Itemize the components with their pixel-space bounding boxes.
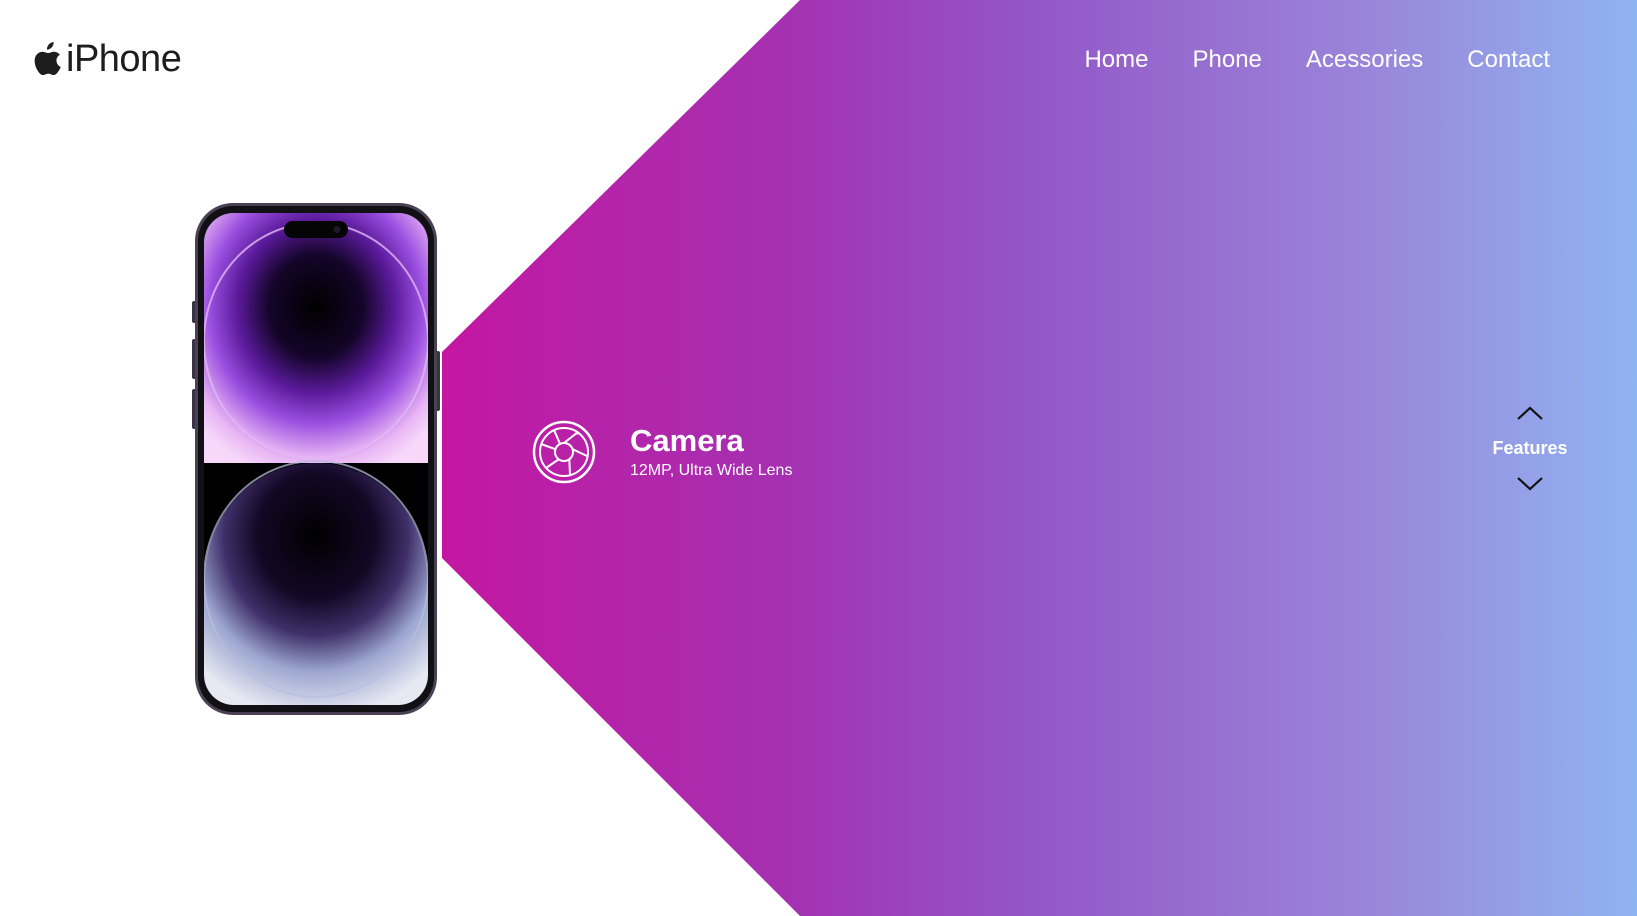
apple-logo-icon	[34, 42, 61, 76]
nav-item-accessories[interactable]: Acessories	[1306, 46, 1423, 75]
chevron-down-icon[interactable]	[1515, 473, 1545, 493]
nav-item-phone[interactable]: Phone	[1193, 46, 1262, 75]
feature-camera: Camera 12MP, Ultra Wide Lens	[532, 420, 792, 484]
chevron-up-icon[interactable]	[1515, 404, 1545, 424]
camera-aperture-icon	[532, 420, 596, 484]
page: iPhone Home Phone Acessories Contact Cam…	[0, 0, 1637, 916]
iphone-device-image	[192, 203, 440, 715]
feature-description: 12MP, Ultra Wide Lens	[630, 461, 793, 479]
feature-text: Camera 12MP, Ultra Wide Lens	[630, 425, 792, 480]
section-label: Features	[1492, 438, 1568, 458]
feature-title: Camera	[630, 422, 744, 458]
brand-name: iPhone	[66, 38, 182, 80]
nav-item-home[interactable]: Home	[1084, 46, 1148, 75]
main-nav: Home Phone Acessories Contact	[1084, 46, 1550, 75]
nav-item-contact[interactable]: Contact	[1467, 46, 1550, 75]
brand-logo[interactable]: iPhone	[34, 38, 182, 80]
section-nav: Features	[1480, 404, 1580, 493]
